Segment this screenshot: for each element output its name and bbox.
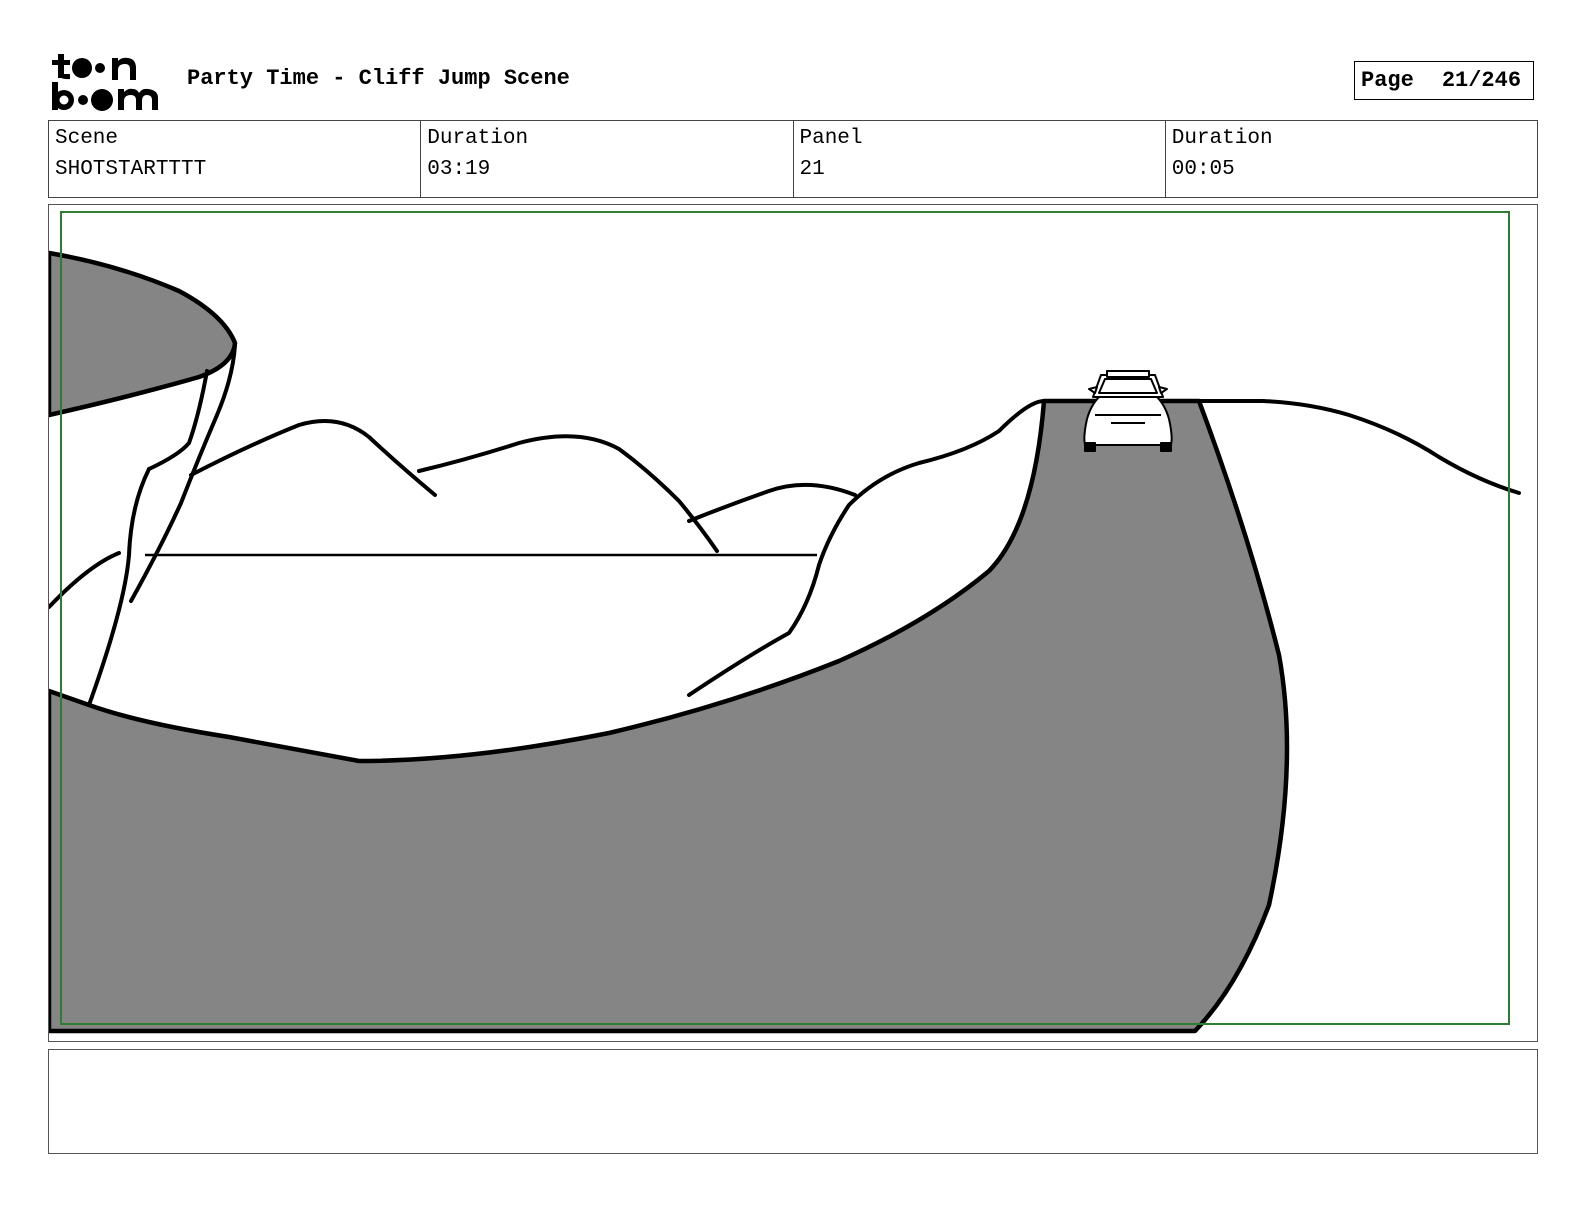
panel-cell: Panel 21	[794, 121, 1166, 197]
page-indicator: Page 21/246	[1354, 61, 1534, 100]
scene-duration-label: Duration	[427, 127, 529, 150]
toonboom-logo: toonboom	[50, 50, 166, 112]
panel-sketch	[49, 211, 1521, 1034]
distant-hill-right	[1199, 399, 1521, 495]
scene-info-table: Scene SHOTSTARTTTT Duration 03:19 Panel …	[48, 120, 1538, 198]
scene-duration-cell: Duration 03:19	[421, 121, 794, 197]
foreground-cliff	[49, 398, 1290, 1034]
document-title: Party Time - Cliff Jump Scene	[187, 66, 570, 91]
scene-label: Scene	[55, 127, 119, 150]
panel-duration-value: 00:05	[1171, 158, 1235, 181]
page-label: Page	[1361, 68, 1414, 93]
page-number: 21/246	[1441, 68, 1522, 93]
scene-value: SHOTSTARTTTT	[55, 158, 207, 181]
storyboard-panel	[48, 204, 1538, 1042]
panel-duration-cell: Duration 00:05	[1166, 121, 1537, 197]
toonboom-logo-mark	[52, 54, 158, 111]
car	[1083, 370, 1173, 452]
overhang-cliff	[49, 250, 238, 418]
logo-text: toonboom	[50, 112, 51, 113]
scene-cell: Scene SHOTSTARTTTT	[49, 121, 422, 197]
scene-duration-value: 03:19	[427, 158, 491, 181]
panel-value: 21	[799, 158, 825, 181]
panel-label: Panel	[799, 127, 863, 150]
background-mountains	[189, 419, 857, 553]
panel-duration-label: Duration	[1171, 127, 1273, 150]
panel-notes	[48, 1049, 1538, 1154]
